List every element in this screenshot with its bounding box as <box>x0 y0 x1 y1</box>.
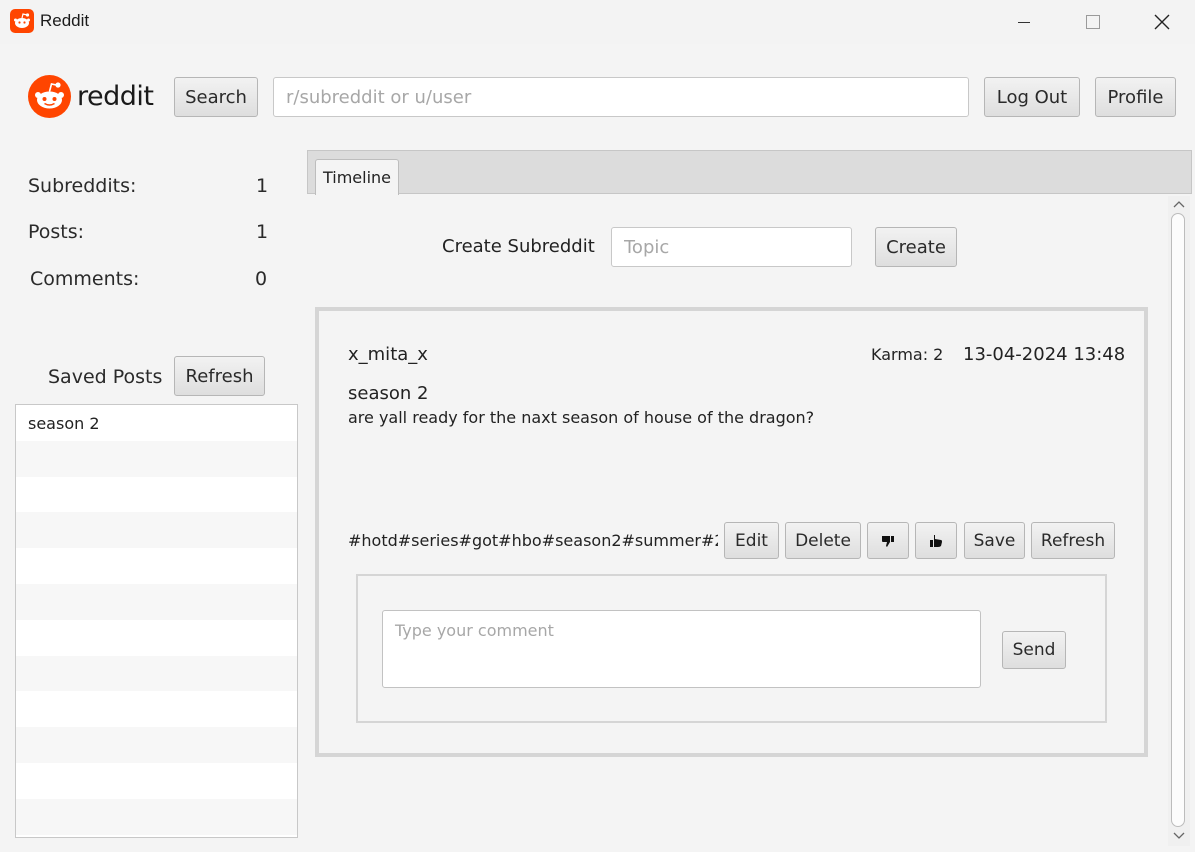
saved-refresh-button[interactable]: Refresh <box>174 356 265 396</box>
tab-timeline[interactable]: Timeline <box>315 159 399 195</box>
post-datetime: 13-04-2024 13:48 <box>963 344 1126 365</box>
post-tags: #hotd#series#got#hbo#season2#summer#2... <box>348 531 718 550</box>
upvote-button[interactable] <box>915 522 957 559</box>
list-row-empty <box>16 763 297 799</box>
list-row-empty <box>16 440 297 477</box>
reddit-app-icon <box>10 9 34 33</box>
list-row-empty <box>16 548 297 584</box>
list-row-empty <box>16 655 297 692</box>
list-row-empty <box>16 583 297 620</box>
comments-count: 0 <box>255 268 268 290</box>
close-button[interactable] <box>1127 0 1195 44</box>
edit-button[interactable]: Edit <box>724 522 779 559</box>
search-button[interactable]: Search <box>174 77 258 117</box>
minimize-icon <box>1018 22 1030 23</box>
maximize-icon <box>1086 15 1100 29</box>
posts-label: Posts: <box>28 221 85 243</box>
post-author[interactable]: x_mita_x <box>348 344 428 365</box>
logout-button[interactable]: Log Out <box>984 77 1080 117</box>
list-row-empty <box>16 512 297 549</box>
close-icon <box>1154 14 1170 30</box>
list-row-empty <box>16 477 297 513</box>
saved-posts-list: season 2 <box>15 404 298 838</box>
window-title: Reddit <box>40 11 90 30</box>
create-subreddit-label: Create Subreddit <box>442 236 595 257</box>
save-post-button[interactable]: Save <box>964 522 1025 559</box>
scrollbar-thumb[interactable] <box>1171 213 1185 827</box>
subreddits-count: 1 <box>256 175 269 197</box>
logo-text: reddit <box>77 81 154 112</box>
comments-label: Comments: <box>30 268 140 290</box>
minimize-button[interactable] <box>989 0 1059 44</box>
post-title: season 2 <box>348 383 429 404</box>
saved-posts-title: Saved Posts <box>48 366 163 388</box>
list-row-empty <box>16 798 297 835</box>
subreddits-label: Subreddits: <box>28 175 137 197</box>
list-row-empty <box>16 727 297 763</box>
thumbs-down-icon <box>882 535 894 547</box>
thumbs-up-icon <box>930 534 942 547</box>
maximize-button[interactable] <box>1058 0 1128 44</box>
post-body: are yall ready for the naxt season of ho… <box>348 408 815 427</box>
saved-post-item[interactable]: season 2 <box>16 405 297 441</box>
delete-button[interactable]: Delete <box>785 522 861 559</box>
reddit-snoo-icon <box>28 75 71 118</box>
topic-input[interactable] <box>611 227 852 267</box>
list-row-empty <box>16 620 297 656</box>
send-comment-button[interactable]: Send <box>1002 631 1066 669</box>
list-row-empty <box>16 691 297 727</box>
reddit-logo: reddit <box>28 75 154 118</box>
scroll-down-icon[interactable] <box>1168 829 1190 843</box>
posts-count: 1 <box>256 221 269 243</box>
post-karma: Karma: 2 <box>871 345 944 364</box>
profile-button[interactable]: Profile <box>1095 77 1176 117</box>
downvote-button[interactable] <box>867 522 909 559</box>
create-subreddit-button[interactable]: Create <box>875 227 957 267</box>
tab-bar <box>307 150 1192 194</box>
comment-input[interactable] <box>382 610 981 688</box>
scroll-up-icon[interactable] <box>1168 197 1190 211</box>
post-refresh-button[interactable]: Refresh <box>1031 522 1115 559</box>
search-input[interactable] <box>273 77 969 117</box>
